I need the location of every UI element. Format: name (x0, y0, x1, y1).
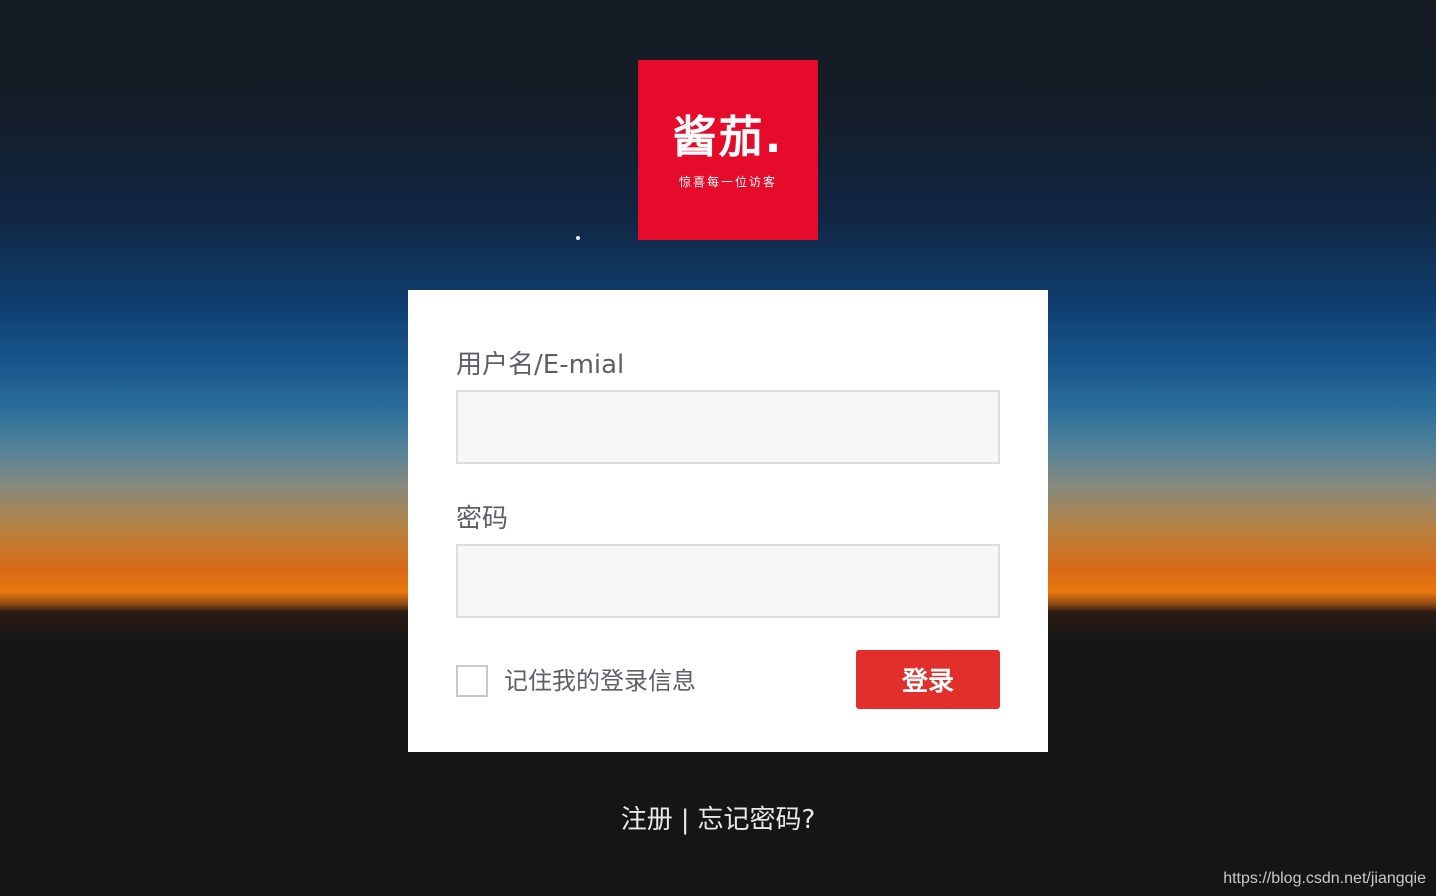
star-dot (576, 236, 580, 240)
watermark-text: https://blog.csdn.net/jiangqie (1223, 870, 1426, 887)
login-card: 用户名/E-mial 密码 记住我的登录信息 登录 (408, 290, 1048, 752)
logo-title: 酱茄. (672, 112, 784, 163)
link-separator: | (680, 805, 690, 835)
auth-links: 注册 | 忘记密码? (0, 802, 1436, 838)
remember-me[interactable]: 记住我的登录信息 (456, 664, 696, 698)
register-link[interactable]: 注册 (621, 805, 673, 835)
logo-tagline: 惊喜每一位访客 (678, 175, 777, 189)
login-button[interactable]: 登录 (856, 650, 1000, 709)
remember-label[interactable]: 记住我的登录信息 (504, 664, 696, 698)
site-logo[interactable]: 酱茄. 惊喜每一位访客 (638, 60, 818, 240)
password-label: 密码 (456, 504, 509, 534)
password-input[interactable] (456, 544, 1000, 618)
username-label: 用户名/E-mial (456, 350, 625, 380)
remember-checkbox[interactable] (456, 665, 488, 697)
username-input[interactable] (456, 390, 1000, 464)
forgot-password-link[interactable]: 忘记密码? (697, 805, 815, 835)
